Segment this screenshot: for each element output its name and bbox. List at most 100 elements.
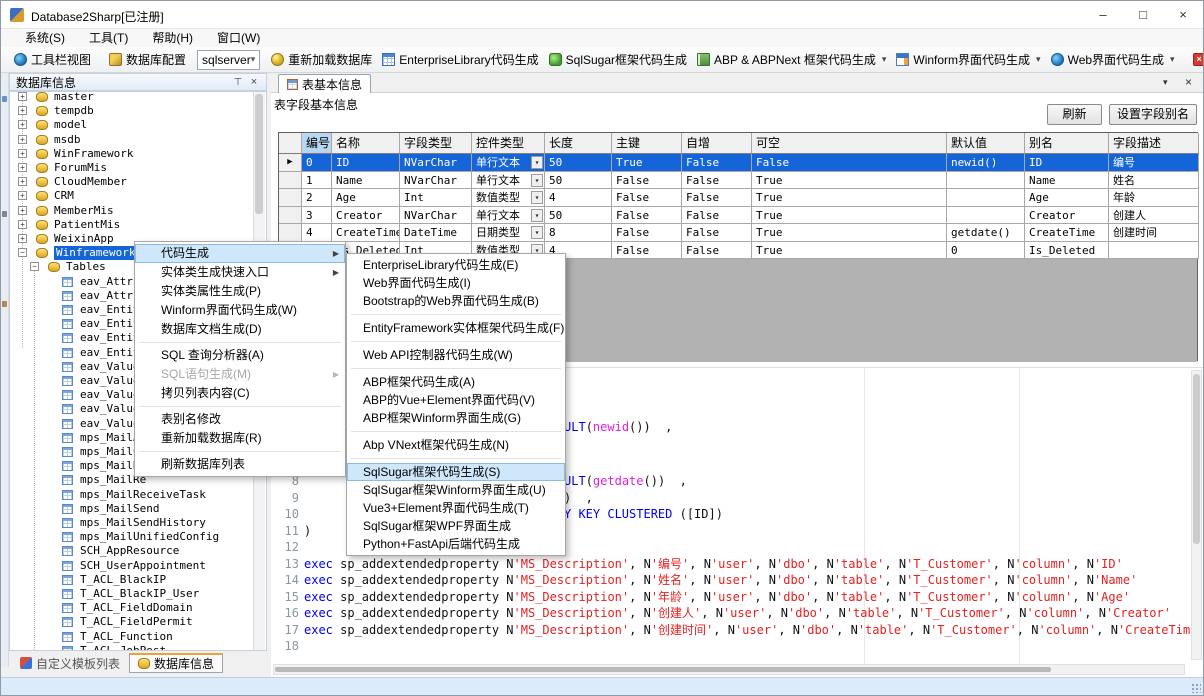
grid-cell[interactable] xyxy=(947,172,1025,190)
menu-item[interactable]: 系统(S) xyxy=(13,29,77,47)
code-horizontal-scrollbar-thumb[interactable] xyxy=(275,667,1051,672)
table-row[interactable]: 1NameNVarChar单行文本▾50FalseFalseTrueName姓名 xyxy=(279,172,1197,190)
row-indicator-cell[interactable] xyxy=(279,224,302,242)
grid-cell[interactable]: 50 xyxy=(545,172,612,190)
tab-database-info[interactable]: 数据库信息 xyxy=(129,653,223,673)
grid-cell[interactable]: 2 xyxy=(302,189,332,207)
close-icon[interactable]: × xyxy=(248,76,260,88)
grid-cell[interactable]: False xyxy=(682,172,752,190)
grid-cell[interactable]: 年龄 xyxy=(1109,189,1199,207)
expand-icon[interactable]: + xyxy=(18,234,27,243)
tree-item[interactable]: +CRM xyxy=(10,189,252,203)
expand-icon[interactable]: + xyxy=(18,191,27,200)
db-config-button[interactable]: 数据库配置 xyxy=(104,49,191,70)
grid-header-cell[interactable]: 主键 xyxy=(612,133,682,154)
grid-cell[interactable]: 创建人 xyxy=(1109,207,1199,225)
tree-item[interactable]: +PatientMis xyxy=(10,218,252,232)
tree-item[interactable]: +CloudMember xyxy=(10,175,252,189)
tree-item[interactable]: mps_MailReceiveTask xyxy=(10,488,252,502)
grid-cell[interactable]: getdate() xyxy=(947,224,1025,242)
chevron-down-icon[interactable]: ▾ xyxy=(1170,54,1175,65)
grid-cell[interactable]: Creator xyxy=(1025,207,1109,225)
grid-cell[interactable]: True xyxy=(752,224,947,242)
tree-scrollbar-thumb[interactable] xyxy=(255,94,263,214)
grid-cell[interactable]: False xyxy=(682,154,752,172)
winform-codegen-button[interactable]: Winform界面代码生成 ▾ xyxy=(891,49,1045,70)
expand-icon[interactable]: + xyxy=(18,135,27,144)
grid-cell[interactable]: NVarChar xyxy=(400,207,472,225)
expand-icon[interactable]: + xyxy=(18,220,27,229)
submenu-item[interactable]: EntityFramework实体框架代码生成(F) xyxy=(347,319,565,337)
tree-item[interactable]: T_ACL_JobPost xyxy=(10,644,252,651)
close-button[interactable]: × xyxy=(1163,1,1203,29)
expand-icon[interactable]: + xyxy=(18,120,27,129)
grid-cell[interactable]: 数值类型▾ xyxy=(472,189,545,207)
grid-cell[interactable]: True xyxy=(752,242,947,260)
grid-header-cell[interactable]: 自增 xyxy=(682,133,752,154)
toolbar-view-button[interactable]: 工具栏视图 xyxy=(9,49,96,70)
entlib-codegen-button[interactable]: EnterpriseLibrary代码生成 xyxy=(377,49,543,70)
tree-item[interactable]: T_ACL_FieldPermit xyxy=(10,615,252,629)
maximize-button[interactable]: □ xyxy=(1123,1,1163,29)
table-row[interactable]: 4CreateTimeDateTime日期类型▾8FalseFalseTrueg… xyxy=(279,224,1197,242)
grid-cell[interactable]: False xyxy=(612,224,682,242)
tree-item[interactable]: +master xyxy=(10,91,252,104)
collapse-icon[interactable]: − xyxy=(30,262,39,271)
expand-icon[interactable]: + xyxy=(18,177,27,186)
submenu-item[interactable]: Bootstrap的Web界面代码生成(B) xyxy=(347,292,565,310)
submenu-item[interactable]: EnterpriseLibrary代码生成(E) xyxy=(347,256,565,274)
grid-cell[interactable]: False xyxy=(612,207,682,225)
reload-db-button[interactable]: 重新加载数据库 xyxy=(266,49,377,70)
grid-cell[interactable]: 4 xyxy=(302,224,332,242)
tab-table-basic-info[interactable]: 表基本信息 xyxy=(278,74,371,93)
cell-dropdown-icon[interactable]: ▾ xyxy=(531,209,543,222)
grid-header-cell[interactable]: 控件类型 xyxy=(472,133,545,154)
expand-icon[interactable]: + xyxy=(18,163,27,172)
grid-cell[interactable]: CreateTime xyxy=(332,224,400,242)
tree-item[interactable]: +model xyxy=(10,118,252,132)
grid-cell[interactable] xyxy=(947,189,1025,207)
grid-cell[interactable]: 日期类型▾ xyxy=(472,224,545,242)
grid-cell[interactable]: 0 xyxy=(302,154,332,172)
row-indicator-cell[interactable]: ▶ xyxy=(279,154,302,172)
grid-cell[interactable]: Name xyxy=(1025,172,1109,190)
context-menu-item[interactable]: 拷贝列表内容(C) xyxy=(135,384,345,403)
expand-icon[interactable]: + xyxy=(18,92,27,101)
grid-cell[interactable]: 50 xyxy=(545,207,612,225)
grid-cell[interactable]: CreateTime xyxy=(1025,224,1109,242)
grid-cell[interactable]: Is_Deleted xyxy=(1025,242,1109,260)
grid-header-cell[interactable]: 长度 xyxy=(545,133,612,154)
submenu-item[interactable]: SqlSugar框架代码生成(S) xyxy=(347,463,565,481)
tree-item[interactable]: +tempdb xyxy=(10,104,252,118)
submenu-item[interactable]: Vue3+Element界面代码生成(T) xyxy=(347,499,565,517)
grid-cell[interactable]: NVarChar xyxy=(400,154,472,172)
pin-icon[interactable]: ⊤ xyxy=(232,77,244,88)
grid-cell[interactable]: Age xyxy=(1025,189,1109,207)
grid-cell[interactable] xyxy=(1109,242,1199,260)
grid-cell[interactable]: 8 xyxy=(545,224,612,242)
grid-header-cell[interactable]: 默认值 xyxy=(947,133,1025,154)
menu-item[interactable]: 窗口(W) xyxy=(205,29,272,47)
grid-cell[interactable]: True xyxy=(752,172,947,190)
context-menu-item[interactable]: 实体类生成快速入口▶ xyxy=(135,263,345,282)
tree-item[interactable]: mps_MailSend xyxy=(10,502,252,516)
grid-cell[interactable] xyxy=(947,207,1025,225)
grid-cell[interactable]: 姓名 xyxy=(1109,172,1199,190)
submenu-item[interactable]: Web界面代码生成(I) xyxy=(347,274,565,292)
tree-item[interactable]: +WinFramework xyxy=(10,147,252,161)
db-type-combobox[interactable]: sqlserver ▾ xyxy=(197,50,260,70)
cell-dropdown-icon[interactable]: ▾ xyxy=(531,226,543,239)
chevron-down-icon[interactable]: ▾ xyxy=(1036,54,1041,65)
tree-item[interactable]: T_ACL_FieldDomain xyxy=(10,601,252,615)
grid-header-cell[interactable]: 别名 xyxy=(1025,133,1109,154)
grid-cell[interactable]: 0 xyxy=(947,242,1025,260)
grid-cell[interactable]: ID xyxy=(332,154,400,172)
abp-codegen-button[interactable]: ABP & ABPNext 框架代码生成 ▾ xyxy=(692,49,891,70)
grid-header-cell[interactable]: 可空 xyxy=(752,133,947,154)
grid-cell[interactable]: 1 xyxy=(302,172,332,190)
tree-item[interactable]: SCH_AppResource xyxy=(10,544,252,558)
tree-item[interactable]: T_ACL_BlackIP xyxy=(10,573,252,587)
collapse-icon[interactable]: − xyxy=(18,248,27,257)
tree-item[interactable]: mps_MailSendHistory xyxy=(10,516,252,530)
context-menu-item[interactable]: SQL 查询分析器(A) xyxy=(135,346,345,365)
